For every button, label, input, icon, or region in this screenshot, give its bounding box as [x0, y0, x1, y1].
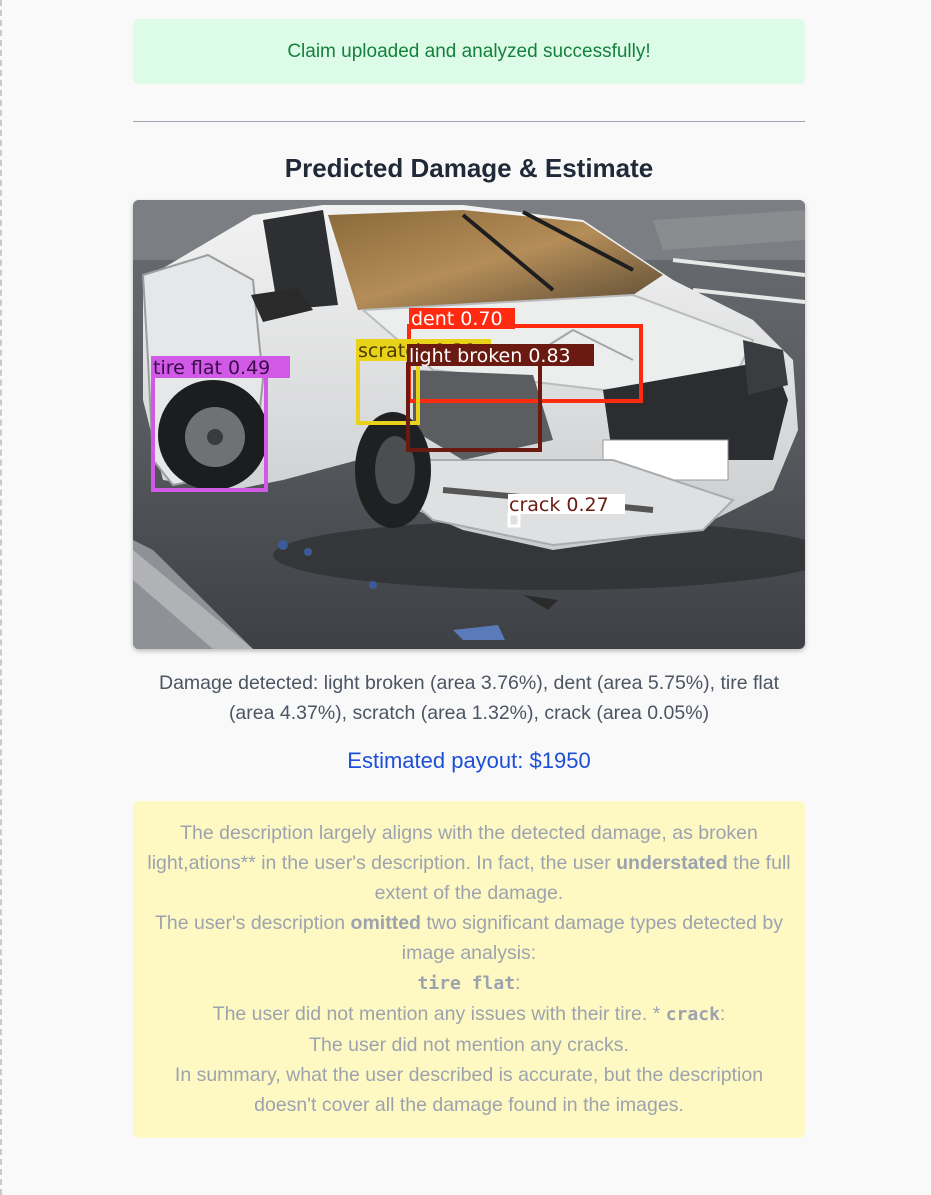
code-tire-flat: tire flat: [417, 973, 516, 994]
analysis-text: The user did not mention any issues with…: [212, 1003, 666, 1025]
estimated-payout: Estimated payout: $1950: [133, 748, 805, 774]
analysis-text: two significant damage types detected by…: [401, 912, 784, 964]
divider: [133, 121, 805, 122]
analysis-item-tire-flat: tire flat:: [147, 968, 791, 999]
analysis-emphasis: understated: [616, 852, 728, 874]
label-crack: crack 0.27: [509, 494, 609, 516]
analysis-panel: The description largely aligns with the …: [133, 801, 805, 1138]
analysis-paragraph-2: The user's description omitted two signi…: [147, 908, 791, 968]
analysis-colon: :: [515, 972, 521, 994]
success-alert: Claim uploaded and analyzed successfully…: [133, 19, 805, 84]
label-dent: dent 0.70: [411, 308, 503, 330]
damage-photo: dent 0.70 scratch 0.30 light broken 0.83…: [133, 200, 805, 649]
analysis-emphasis: omitted: [350, 912, 421, 934]
analysis-colon: :: [719, 1003, 726, 1025]
section-title: Predicted Damage & Estimate: [284, 153, 654, 183]
annotated-car-image: dent 0.70 scratch 0.30 light broken 0.83…: [133, 200, 805, 649]
success-message: Claim uploaded and analyzed successfully…: [287, 40, 651, 62]
analysis-summary: In summary, what the user described is a…: [174, 1064, 764, 1116]
payout-amount: $1950: [529, 748, 591, 773]
damage-summary: Damage detected: light broken (area 3.76…: [158, 672, 779, 724]
code-crack: crack: [665, 1004, 720, 1025]
main-content: Claim uploaded and analyzed successfully…: [133, 19, 805, 1138]
label-tire-flat: tire flat 0.49: [153, 357, 270, 379]
analysis-item-crack-text: The user did not mention any cracks.: [309, 1034, 629, 1056]
analysis-item-tire-flat-text: The user did not mention any issues with…: [147, 999, 791, 1030]
analysis-paragraph-1: The description largely aligns with the …: [147, 818, 791, 908]
left-rail-border: [0, 0, 6, 1195]
label-light-broken: light broken 0.83: [409, 345, 571, 367]
analysis-text: The user's description: [154, 912, 351, 934]
payout-label: Estimated payout:: [347, 748, 524, 773]
